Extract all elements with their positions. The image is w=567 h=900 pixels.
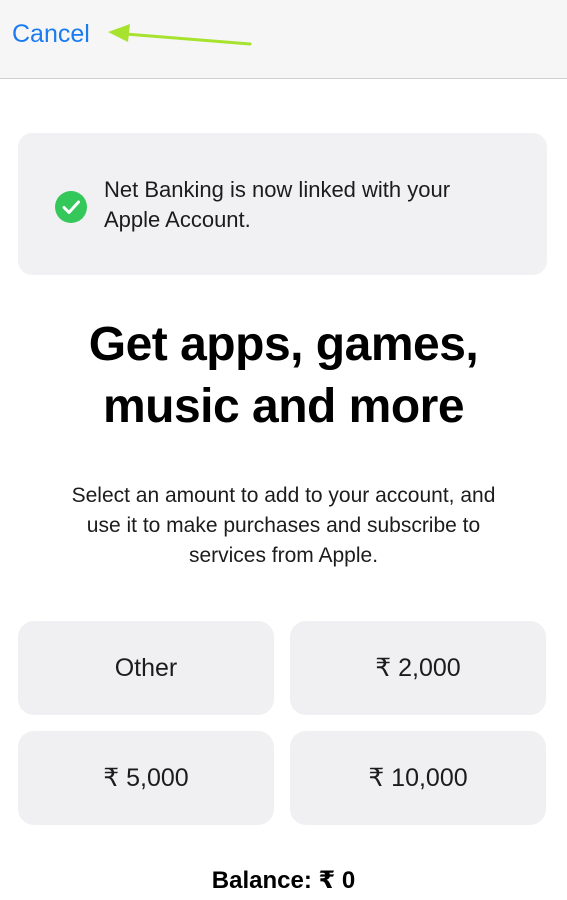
checkmark-circle-icon (55, 191, 87, 223)
amount-5000-button[interactable]: ₹ 5,000 (18, 731, 274, 825)
cancel-button[interactable]: Cancel (12, 17, 90, 51)
page-description: Select an amount to add to your account,… (28, 481, 539, 571)
linked-account-banner: Net Banking is now linked with your Appl… (18, 133, 547, 275)
banner-message: Net Banking is now linked with your Appl… (104, 175, 524, 235)
page-title-line: Get apps, games, (88, 318, 479, 371)
page-title: Get apps, games, music and more (0, 314, 567, 438)
banner-message-line: Net Banking is now linked with your (104, 177, 451, 202)
page-description-line: use it to make purchases and subscribe t… (86, 514, 481, 537)
page-title-line: music and more (102, 380, 465, 433)
amount-10000-button[interactable]: ₹ 10,000 (290, 731, 546, 825)
arrow-left-icon (108, 24, 252, 46)
page-description-line: Select an amount to add to your account,… (71, 484, 496, 507)
navigation-bar: Cancel (0, 0, 567, 79)
amount-other-button[interactable]: Other (18, 621, 274, 715)
amount-2000-button[interactable]: ₹ 2,000 (290, 621, 546, 715)
balance-label: Balance: ₹ 0 (211, 867, 356, 894)
page-description-line: services from Apple. (188, 544, 379, 567)
banner-message-line: Apple Account. (104, 207, 251, 232)
